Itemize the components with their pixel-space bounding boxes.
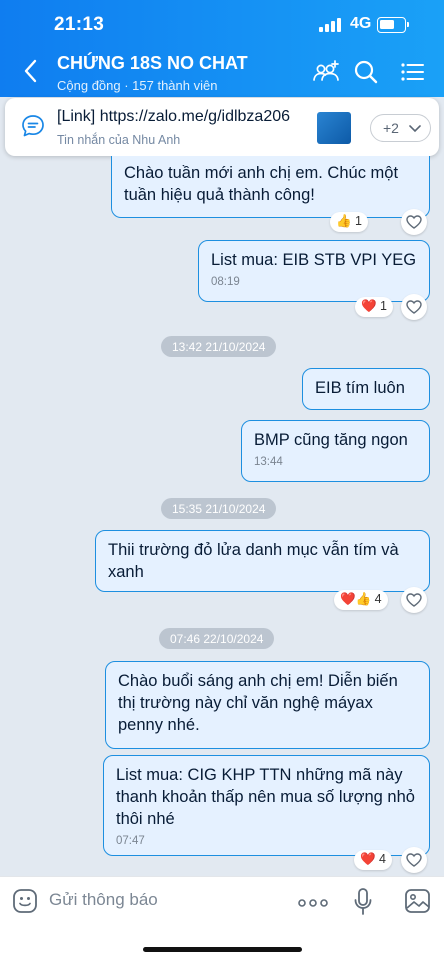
message-text: Chào buổi sáng anh chị em! Diễn biến thị… bbox=[118, 672, 398, 734]
message-bubble[interactable]: BMP cũng tăng ngon 13:44 bbox=[241, 420, 430, 482]
emoji-sticker-icon[interactable] bbox=[12, 888, 38, 914]
header-bar: 21:13 4G CHỨNG 18S NO CHAT Cộng đồng · 1… bbox=[0, 0, 444, 97]
message-bubble[interactable]: Chào buổi sáng anh chị em! Diễn biến thị… bbox=[105, 661, 430, 749]
reaction-badge[interactable]: ❤️ 1 bbox=[355, 297, 393, 317]
message-text: BMP cũng tăng ngon bbox=[254, 431, 408, 449]
pinned-more-button[interactable]: +2 bbox=[370, 114, 431, 142]
date-divider: 15:35 21/10/2024 bbox=[161, 498, 277, 519]
reaction-count: 4 bbox=[379, 852, 386, 866]
image-gallery-icon[interactable] bbox=[404, 888, 431, 914]
pinned-thumbnail bbox=[317, 112, 351, 144]
heart-icon bbox=[406, 853, 422, 867]
microphone-icon[interactable] bbox=[353, 887, 373, 917]
pinned-link-text[interactable]: [Link] https://zalo.me/g/idlbza206 bbox=[57, 108, 290, 126]
react-heart-button[interactable] bbox=[401, 294, 427, 320]
group-title[interactable]: CHỨNG 18S NO CHAT bbox=[57, 53, 248, 74]
message-list[interactable]: Chào tuần mới anh chị em. Chúc một tuần … bbox=[0, 156, 444, 876]
reaction-badge[interactable]: ❤️👍 4 bbox=[334, 590, 388, 610]
message-bubble[interactable]: List mua: CIG KHP TTN những mã này thanh… bbox=[103, 755, 430, 856]
message-time: 13:44 bbox=[254, 456, 283, 468]
signal-icon bbox=[319, 18, 341, 32]
date-divider: 07:46 22/10/2024 bbox=[159, 628, 275, 649]
message-time: 07:47 bbox=[116, 835, 145, 847]
reaction-badge[interactable]: 👍 1 bbox=[330, 212, 368, 232]
back-arrow-icon[interactable] bbox=[18, 56, 44, 86]
message-text: Chào tuần mới anh chị em. Chúc một tuần … bbox=[124, 164, 399, 204]
message-bubble[interactable]: Chào tuần mới anh chị em. Chúc một tuần … bbox=[111, 156, 430, 218]
pinned-message-card[interactable]: [Link] https://zalo.me/g/idlbza206 Tin n… bbox=[5, 98, 439, 156]
heart-icon bbox=[406, 215, 422, 229]
react-heart-button[interactable] bbox=[401, 209, 427, 235]
message-bubble[interactable]: List mua: EIB STB VPI YEG 08:19 bbox=[198, 240, 430, 302]
search-icon[interactable] bbox=[352, 58, 380, 86]
react-heart-button[interactable] bbox=[401, 847, 427, 873]
message-time: 08:19 bbox=[211, 276, 240, 288]
pinned-sender: Tin nhắn của Nhu Anh bbox=[57, 133, 181, 147]
home-indicator bbox=[143, 947, 302, 952]
message-text: List mua: EIB STB VPI YEG bbox=[211, 251, 417, 269]
message-input[interactable]: Gửi thông báo bbox=[49, 890, 158, 910]
message-bubble[interactable]: EIB tím luôn bbox=[302, 368, 430, 410]
pinned-more-count: +2 bbox=[383, 120, 399, 136]
date-divider: 13:42 21/10/2024 bbox=[161, 336, 277, 357]
react-heart-button[interactable] bbox=[401, 587, 427, 613]
status-bar: 21:13 4G bbox=[0, 0, 444, 48]
heart-icon bbox=[406, 593, 422, 607]
pinned-chat-icon bbox=[22, 115, 44, 137]
status-time: 21:13 bbox=[54, 14, 105, 35]
chevron-down-icon bbox=[409, 125, 421, 133]
reaction-badge[interactable]: ❤️ 4 bbox=[354, 850, 392, 870]
heart-icon bbox=[406, 300, 422, 314]
message-text: List mua: CIG KHP TTN những mã này thanh… bbox=[116, 766, 415, 828]
reaction-count: 1 bbox=[380, 299, 387, 313]
group-subtitle[interactable]: Cộng đồng · 157 thành viên bbox=[57, 78, 217, 93]
battery-icon bbox=[377, 17, 409, 33]
community-members-icon[interactable] bbox=[312, 58, 340, 86]
message-text: Thii trường đỏ lửa danh mục vẫn tím và x… bbox=[108, 541, 399, 581]
message-bubble[interactable]: Thii trường đỏ lửa danh mục vẫn tím và x… bbox=[95, 530, 430, 592]
menu-list-icon[interactable] bbox=[399, 58, 427, 86]
reaction-count: 1 bbox=[355, 214, 362, 228]
network-type: 4G bbox=[350, 15, 372, 32]
message-text: EIB tím luôn bbox=[315, 379, 405, 397]
reaction-count: 4 bbox=[374, 592, 382, 606]
more-options-icon[interactable] bbox=[298, 899, 328, 907]
composer-bar: Gửi thông báo bbox=[0, 876, 444, 960]
